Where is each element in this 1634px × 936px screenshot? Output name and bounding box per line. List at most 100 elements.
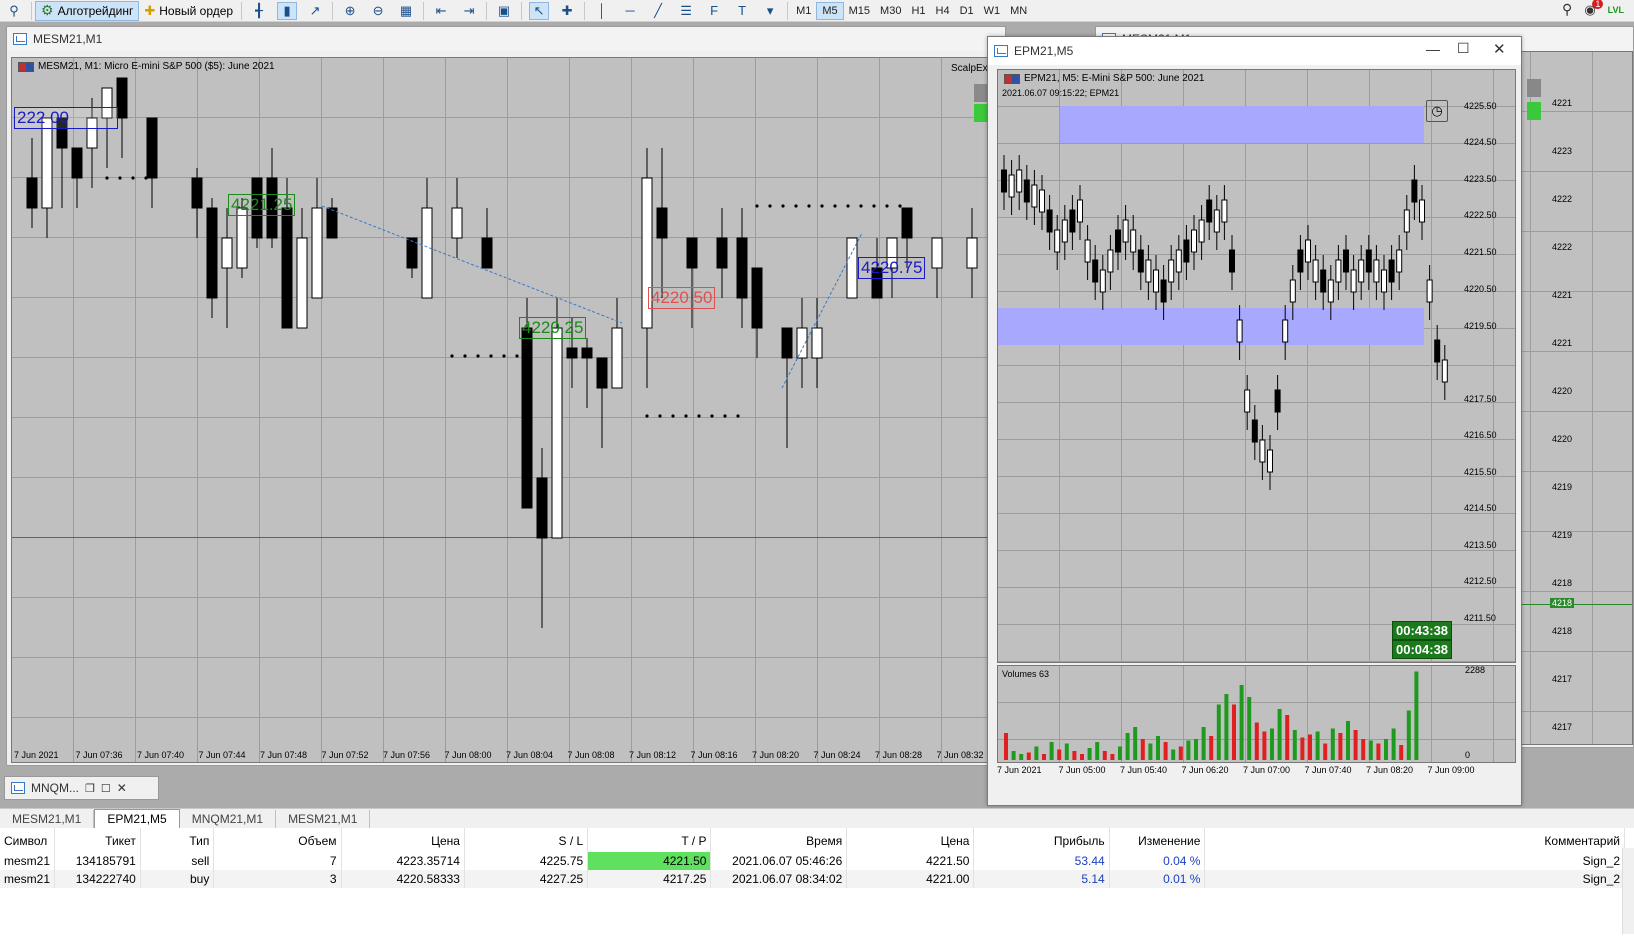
column-header[interactable]: Тикет bbox=[54, 828, 141, 852]
maximize-icon[interactable]: ☐ bbox=[101, 782, 111, 795]
timeframe-m1[interactable]: M1 bbox=[791, 3, 816, 19]
column-header[interactable]: T / P bbox=[587, 828, 712, 852]
zoom-out-icon[interactable]: ⊖ bbox=[368, 2, 388, 20]
table-row[interactable]: mesm21 134185791 sell 7 4223.35714 4225.… bbox=[0, 852, 1625, 870]
maximize-button[interactable]: ☐ bbox=[1457, 40, 1470, 57]
column-header[interactable]: Время bbox=[710, 828, 848, 852]
cell-tp[interactable]: 4221.50 bbox=[587, 852, 712, 870]
column-header[interactable]: Объем bbox=[213, 828, 342, 852]
buy-button[interactable] bbox=[1527, 79, 1541, 97]
cursor-icon[interactable]: ↖ bbox=[529, 1, 550, 20]
candle-body bbox=[1031, 184, 1038, 208]
bar-chart-icon[interactable]: ╉ bbox=[249, 2, 269, 20]
timeframe-m15[interactable]: M15 bbox=[844, 3, 875, 19]
notifications-icon[interactable]: ◉ 1 bbox=[1584, 0, 1604, 18]
column-header[interactable]: S / L bbox=[464, 828, 589, 852]
volume-bar bbox=[1254, 722, 1259, 760]
column-header[interactable]: Символ bbox=[0, 828, 56, 852]
tab-mesm21-m1[interactable]: MESM21,M1 bbox=[0, 810, 95, 828]
minimize-button[interactable]: — bbox=[1426, 41, 1440, 57]
price-axis-label: 4221 bbox=[1552, 338, 1573, 348]
tab-epm21-m5[interactable]: EPM21,M5 bbox=[94, 809, 180, 828]
column-header[interactable]: Цена bbox=[846, 828, 975, 852]
price-chart-canvas[interactable]: EPM21, M5: E-Mini S&P 500: June 2021 202… bbox=[997, 69, 1516, 663]
tile-windows-icon[interactable]: ▦ bbox=[396, 2, 416, 20]
timeframe-d1[interactable]: D1 bbox=[955, 3, 979, 19]
vertical-line-icon[interactable]: │ bbox=[592, 2, 612, 20]
zoom-in-icon[interactable]: ⊕ bbox=[340, 2, 360, 20]
level-dot bbox=[144, 176, 148, 180]
timeframe-h4[interactable]: H4 bbox=[931, 3, 955, 19]
level-dot bbox=[768, 204, 772, 208]
timeframe-h1[interactable]: H1 bbox=[906, 3, 930, 19]
volume-chart-canvas[interactable]: Volumes 63 2288 0 bbox=[997, 665, 1516, 763]
search-icon[interactable]: ⚲ bbox=[1562, 1, 1572, 18]
column-header[interactable]: Комментарий bbox=[1204, 828, 1625, 852]
cell-current-price: 4221.50 bbox=[846, 852, 975, 870]
column-header[interactable]: Изменение bbox=[1109, 828, 1206, 852]
candle-body bbox=[481, 237, 493, 269]
volume-bar bbox=[1163, 742, 1168, 760]
chart-window-epm21[interactable]: EPM21,M5 — ☐ ✕ EPM21, M5: E-Mini S&P 500… bbox=[987, 36, 1522, 806]
horizontal-line-icon[interactable]: ─ bbox=[620, 2, 640, 20]
chart-canvas[interactable]: MESM21, M1: Micro E-mini S&P 500 ($5): J… bbox=[11, 57, 1005, 763]
time-axis-label: 7 Jun 07:40 bbox=[1304, 765, 1352, 775]
cell-tp[interactable]: 4217.25 bbox=[587, 870, 712, 888]
level-dot bbox=[131, 176, 135, 180]
new-order-button[interactable]: ✚ Новый ордер bbox=[139, 1, 238, 21]
templates-icon[interactable]: ▣ bbox=[494, 2, 514, 20]
time-axis-label: 7 Jun 07:48 bbox=[260, 750, 308, 760]
minimized-window-mnqm21[interactable]: MNQM... ❐ ☐ ✕ bbox=[4, 776, 159, 800]
column-header[interactable]: Тип bbox=[140, 828, 215, 852]
chart-shift-icon[interactable]: ⇥ bbox=[459, 2, 479, 20]
timeframe-m5[interactable]: M5 bbox=[816, 1, 844, 20]
close-icon[interactable]: ✕ bbox=[117, 781, 127, 795]
navigator-search-icon[interactable]: ⚲ bbox=[4, 2, 24, 20]
close-button[interactable]: ✕ bbox=[1493, 40, 1506, 58]
volume-bar bbox=[1201, 727, 1206, 760]
column-header[interactable]: Прибыль bbox=[973, 828, 1110, 852]
signal-level-icon[interactable]: LVL bbox=[1608, 5, 1624, 15]
sell-button[interactable] bbox=[1527, 102, 1541, 120]
trendline-icon[interactable]: ╱ bbox=[648, 2, 668, 20]
line-chart-icon[interactable]: ↗ bbox=[305, 2, 325, 20]
timeframe-w1[interactable]: W1 bbox=[979, 3, 1006, 19]
crosshair-icon[interactable]: ✚ bbox=[557, 2, 577, 20]
autoscroll-icon[interactable]: ⇤ bbox=[431, 2, 451, 20]
cell-price: 4220.58333 bbox=[341, 870, 465, 888]
volume-bar bbox=[1209, 736, 1214, 760]
restore-icon[interactable]: ❐ bbox=[85, 782, 95, 795]
table-scrollbar[interactable] bbox=[1622, 848, 1634, 934]
time-axis-label: 7 Jun 08:16 bbox=[690, 750, 738, 760]
volume-bars-layer bbox=[1004, 671, 1419, 760]
candle-body bbox=[1130, 229, 1137, 253]
volume-bar bbox=[1125, 733, 1130, 760]
chart-window-mesm21[interactable]: MESM21,M1 MESM21, M1: Micro E-mini S&P 5… bbox=[6, 26, 1006, 766]
algotrading-button[interactable]: ⚙ Алготрейдинг bbox=[35, 0, 140, 21]
cell-sl[interactable]: 4225.75 bbox=[464, 852, 589, 870]
price-axis-label: 4217 bbox=[1552, 674, 1573, 684]
shapes-dropdown-icon[interactable]: ▾ bbox=[760, 2, 780, 20]
timeframe-mn[interactable]: MN bbox=[1005, 3, 1032, 19]
cell-price: 4223.35714 bbox=[341, 852, 465, 870]
price-axis-label: 4214.50 bbox=[1464, 503, 1497, 513]
column-header[interactable]: Цена bbox=[341, 828, 465, 852]
volume-bar bbox=[1057, 749, 1062, 760]
time-axis-label: 7 Jun 09:00 bbox=[1427, 765, 1475, 775]
volume-bar bbox=[1247, 697, 1252, 760]
cell-sl[interactable]: 4227.25 bbox=[464, 870, 589, 888]
cell-profit: 5.14 bbox=[973, 870, 1110, 888]
timeframe-m30[interactable]: M30 bbox=[875, 3, 906, 19]
tab-mesm21-m1-2[interactable]: MESM21,M1 bbox=[276, 810, 371, 828]
candlestick-chart-icon[interactable]: ▮ bbox=[277, 1, 298, 20]
volume-bar bbox=[1300, 737, 1305, 760]
candle-body bbox=[1001, 169, 1007, 193]
candle-body bbox=[596, 357, 608, 389]
equidistant-channel-icon[interactable]: ☰ bbox=[676, 2, 696, 20]
table-row[interactable]: mesm21 134222740 buy 3 4220.58333 4227.2… bbox=[0, 870, 1625, 888]
fibonacci-icon[interactable]: F bbox=[704, 2, 724, 20]
tab-mnqm21-m1[interactable]: MNQM21,M1 bbox=[180, 810, 277, 828]
candle-body bbox=[1335, 259, 1342, 283]
volume-bar bbox=[1239, 685, 1244, 760]
text-tool-icon[interactable]: T bbox=[732, 2, 752, 20]
